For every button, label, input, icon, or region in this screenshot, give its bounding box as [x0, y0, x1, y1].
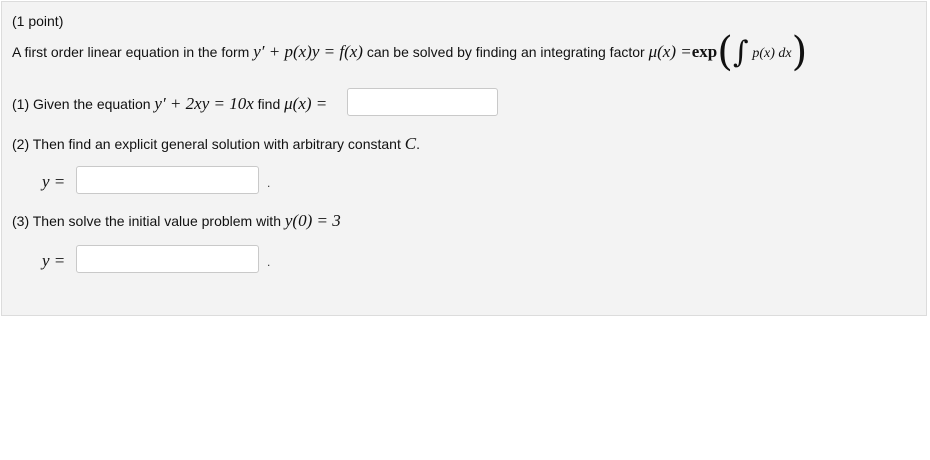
part2-y-label: y =: [42, 172, 66, 191]
left-paren-icon: (: [717, 29, 733, 75]
general-solution-input[interactable]: [76, 166, 259, 194]
part3-line: (3) Then solve the initial value problem…: [12, 211, 341, 231]
ivp-solution-input[interactable]: [76, 245, 259, 273]
part3-trailing-period: .: [267, 255, 271, 269]
part2-constant: C: [404, 134, 417, 153]
mu-answer-input[interactable]: [347, 88, 498, 116]
part3-condition: y(0) = 3: [284, 211, 341, 230]
intro-exp: exp: [691, 42, 718, 61]
intro-text-middle: can be solved by finding an integrating …: [366, 44, 645, 60]
intro-text-before: A first order linear equation in the for…: [12, 44, 250, 60]
part2-line: (2) Then find an explicit general soluti…: [12, 134, 420, 154]
part2-text: (2) Then find an explicit general soluti…: [12, 136, 401, 152]
intro-integrand: p(x) dx: [752, 46, 792, 61]
part1-equation: y′ + 2xy = 10x: [154, 94, 254, 113]
part1-mu: μ(x) =: [284, 94, 328, 113]
part1-find: find: [257, 96, 281, 112]
integral-sign-icon: ∫: [732, 35, 749, 70]
part3-y-label: y =: [42, 251, 66, 270]
part2-trailing-period: .: [267, 176, 271, 190]
points-label: (1 point): [12, 13, 64, 29]
part1-line: (1) Given the equation y′ + 2xy = 10x fi…: [12, 94, 327, 114]
intro-mu: μ(x) =: [648, 42, 692, 61]
intro-equation-form: y′ + p(x)y = f(x): [253, 42, 363, 61]
part3-text: (3) Then solve the initial value problem…: [12, 213, 281, 229]
intro-line: A first order linear equation in the for…: [12, 32, 807, 74]
part2-period: .: [416, 136, 420, 152]
right-paren-icon: ): [791, 29, 808, 75]
problem-panel: (1 point) A first order linear equation …: [1, 1, 927, 316]
part1-text: (1) Given the equation: [12, 96, 151, 112]
